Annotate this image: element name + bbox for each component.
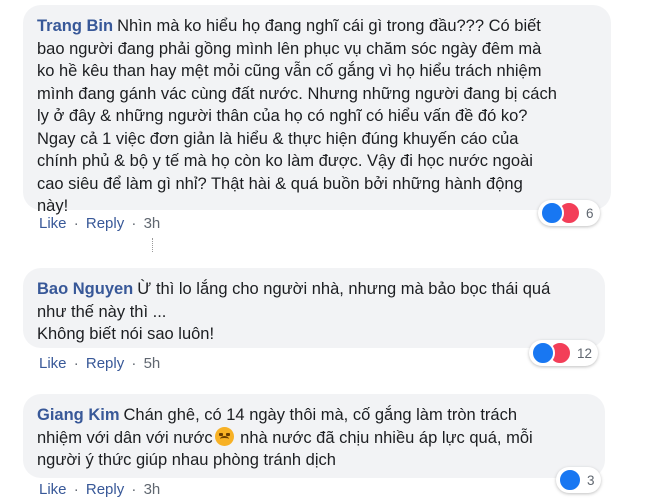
comment-text: Chán ghê, có 14 ngày thôi mà, cố gắng là…: [123, 406, 518, 424]
comment-line: cao siêu để làm gì nhỉ? Thật hài & quá b…: [37, 174, 523, 193]
comment-time[interactable]: 5h: [144, 355, 161, 372]
separator: ·: [73, 481, 79, 498]
like-icon: [540, 201, 564, 225]
separator: ·: [73, 355, 79, 372]
comment-author[interactable]: Bao Nguyen: [37, 280, 133, 298]
separator: ·: [73, 215, 79, 232]
like-link[interactable]: Like: [39, 215, 67, 232]
like-link[interactable]: Like: [39, 355, 67, 372]
comment-line: Bao Nguyen Ừ thì lo lắng cho người nhà, n…: [37, 278, 591, 301]
like-icon: [558, 468, 582, 492]
comment-bubble: Giang Kim Chán ghê, có 14 ngày thôi mà, c…: [23, 394, 605, 478]
grimacing-face-emoji: [214, 426, 234, 446]
reaction-count: 6: [586, 205, 594, 221]
comment-line: bao người đang phải gồng mình lên phục v…: [37, 39, 542, 58]
separator: ·: [131, 481, 137, 498]
comment-line: Giang Kim Chán ghê, có 14 ngày thôi mà, c…: [37, 404, 591, 427]
reaction-summary[interactable]: 12: [529, 340, 599, 366]
comment-actions: Like · Reply · 3h: [39, 215, 160, 232]
comment-text: nhiệm với dân với nước: [37, 428, 213, 447]
comment-line: mình đang gánh vác cùng đất nước. Nhưng …: [37, 84, 557, 103]
comment-text: Nhìn mà ko hiểu họ đang nghĩ cái gì tron…: [117, 17, 541, 35]
like-icon: [531, 341, 555, 365]
comment-line: chính phủ & bộ y tế mà họ còn ko làm đượ…: [37, 152, 533, 170]
like-link[interactable]: Like: [39, 481, 67, 498]
comment-time[interactable]: 3h: [144, 481, 161, 498]
reaction-count: 3: [587, 472, 595, 488]
comment-author[interactable]: Trang Bin: [37, 17, 113, 35]
reply-link[interactable]: Reply: [86, 355, 124, 372]
comment-text: nhà nước đã chịu nhiều áp lực quá, mỗi: [235, 428, 533, 447]
reaction-count: 12: [577, 345, 593, 361]
reaction-summary[interactable]: 3: [556, 467, 601, 493]
comment-actions: Like · Reply · 3h: [39, 481, 160, 498]
comment-line: ko hề kêu than hay mệt mỏi cũng vẫn cố g…: [37, 62, 542, 80]
separator: ·: [131, 215, 137, 232]
comment-line: nhiệm với dân với nước nhà nước đã chịu …: [37, 426, 591, 450]
reaction-summary[interactable]: 6: [538, 200, 600, 226]
reply-link[interactable]: Reply: [86, 481, 124, 498]
comment-bubble: Bao Nguyen Ừ thì lo lắng cho người nhà, n…: [23, 268, 605, 348]
reply-link[interactable]: Reply: [86, 215, 124, 232]
comment-bubble: Trang Bin Nhìn mà ko hiểu họ đang nghĩ cá…: [23, 5, 611, 215]
comment-author[interactable]: Giang Kim: [37, 406, 120, 424]
cursor-marker: [152, 238, 156, 252]
separator: ·: [131, 355, 137, 372]
comment-time[interactable]: 3h: [144, 215, 161, 232]
comment-line: như thế này thì ...: [37, 302, 167, 321]
comment-actions: Like · Reply · 5h: [39, 355, 160, 372]
comment-text: Ừ thì lo lắng cho người nhà, nhưng mà bả…: [137, 280, 551, 298]
comment-line: ly ở đây & những người thân của họ có ng…: [37, 107, 528, 125]
comment-line: người ý thức giúp nhau phòng tránh dịch: [37, 451, 336, 469]
comment-line: Không biết nói sao luôn!: [37, 325, 215, 343]
comment-line: Ngay cả 1 việc đơn giản là hiểu & thực h…: [37, 129, 519, 148]
comment-line: Trang Bin Nhìn mà ko hiểu họ đang nghĩ cá…: [37, 15, 597, 38]
